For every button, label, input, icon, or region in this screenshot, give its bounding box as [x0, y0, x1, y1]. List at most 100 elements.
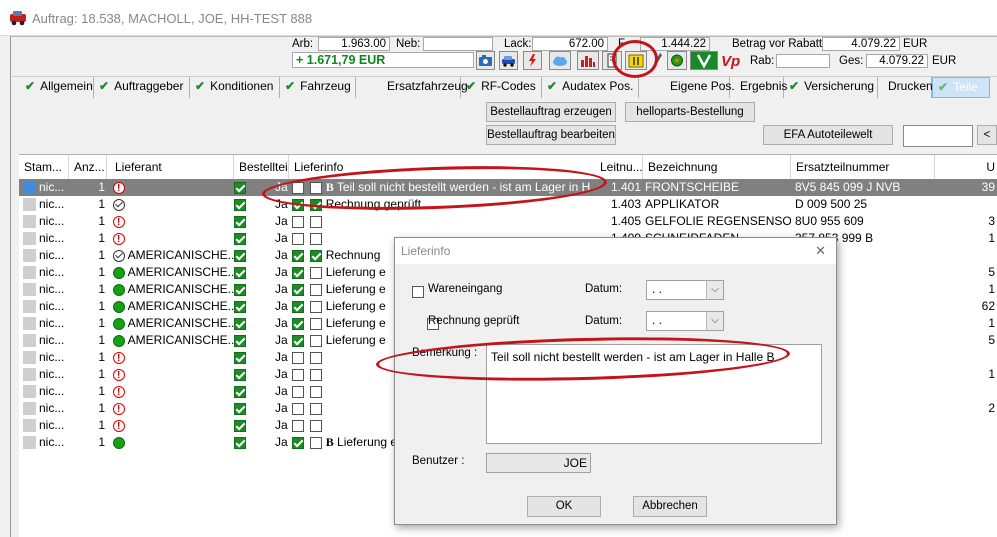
header-stam[interactable]: Stam... [19, 155, 69, 179]
cloud-icon[interactable] [549, 51, 571, 70]
lieferinfo-checkbox-2[interactable] [310, 436, 323, 449]
bestellteil-checkbox[interactable] [234, 181, 246, 194]
lieferinfo-checkbox-1[interactable] [292, 232, 304, 245]
datum2-field[interactable]: . . ⌵ [646, 311, 724, 331]
f-field[interactable]: 1.444.22 [640, 37, 710, 51]
lieferinfo-checkbox-1[interactable] [292, 368, 304, 381]
tab-drucken[interactable]: Drucken [878, 77, 933, 98]
tab-rf-codes[interactable]: ✔ RF-Codes [461, 77, 542, 98]
lieferinfo-checkbox-2[interactable] [310, 283, 323, 296]
bestellteil-checkbox[interactable] [234, 368, 246, 381]
header-anz[interactable]: Anz... [69, 155, 107, 179]
rab-field[interactable] [776, 54, 830, 68]
lieferinfo-checkbox-1[interactable] [292, 334, 304, 347]
green-v-icon[interactable] [690, 51, 718, 70]
bemerkung-textarea[interactable]: Teil soll nicht bestellt werden - ist am… [486, 344, 822, 444]
lieferinfo-checkbox-1[interactable] [292, 181, 304, 194]
tab-ergebnis[interactable]: Ergebnis [730, 77, 787, 98]
ges-field[interactable]: 4.079.22 [866, 54, 928, 68]
bestellteil-checkbox[interactable] [234, 351, 246, 364]
lieferinfo-checkbox-2[interactable] [310, 266, 323, 279]
bestellteil-checkbox[interactable] [234, 317, 246, 330]
header-u[interactable]: U [935, 155, 997, 179]
lieferinfo-checkbox-2[interactable] [310, 351, 323, 364]
tab-eigene-pos[interactable]: Eigene Pos. [639, 77, 735, 98]
tab-allgemein[interactable]: ✔ Allgemein [20, 77, 94, 98]
car-icon[interactable] [499, 51, 518, 70]
bestellteil-checkbox[interactable] [234, 266, 246, 279]
bestellteil-checkbox[interactable] [234, 436, 246, 449]
pencil-icon[interactable] [649, 51, 665, 70]
lieferinfo-checkbox-2[interactable] [310, 232, 323, 245]
tab-auftraggeber[interactable]: ✔ Auftraggeber [94, 77, 190, 98]
vp-logo-icon[interactable]: Vp [720, 51, 744, 70]
yellow-folder-icon[interactable] [625, 51, 647, 70]
ok-button[interactable]: OK [527, 496, 601, 517]
lieferinfo-checkbox-2[interactable] [310, 334, 323, 347]
bestellteil-checkbox[interactable] [234, 198, 246, 211]
lieferinfo-checkbox-2[interactable] [310, 249, 323, 262]
header-leitnummer[interactable]: Leitnu... [595, 155, 643, 179]
lack-field[interactable]: 672.00 [532, 37, 608, 51]
tab-ersatzfahrzeug[interactable]: Ersatzfahrzeug [356, 77, 468, 98]
bestellteil-checkbox[interactable] [234, 334, 246, 347]
lieferinfo-checkbox-2[interactable] [310, 419, 323, 432]
lightning-icon[interactable] [523, 51, 542, 70]
lieferinfo-checkbox-2[interactable] [310, 402, 323, 415]
table-row[interactable]: nic... 1 Ja 1.405 GELFOLIE REGENSENSOR 8U0 … [19, 213, 997, 230]
bestellauftrag-erzeugen-button[interactable]: Bestellauftrag erzeugen [486, 102, 616, 122]
lieferinfo-checkbox-1[interactable] [292, 351, 304, 364]
lieferinfo-checkbox-1[interactable] [292, 215, 304, 228]
lieferinfo-checkbox-2[interactable] [310, 198, 323, 211]
lieferinfo-checkbox-2[interactable] [310, 181, 323, 194]
bestellteil-checkbox[interactable] [234, 215, 246, 228]
datum1-chevron-down-icon[interactable]: ⌵ [706, 281, 723, 299]
bestellteil-checkbox[interactable] [234, 283, 246, 296]
lieferinfo-checkbox-1[interactable] [292, 402, 304, 415]
header-bezeichnung[interactable]: Bezeichnung [643, 155, 791, 179]
lieferinfo-checkbox-1[interactable] [292, 419, 304, 432]
efa-search-input[interactable] [903, 125, 973, 147]
bestellteil-checkbox[interactable] [234, 402, 246, 415]
tab-audatex-pos[interactable]: ✔ Audatex Pos. [542, 77, 639, 98]
prev-button[interactable]: < [977, 125, 997, 145]
bar-chart-icon[interactable] [577, 51, 599, 70]
header-ersatzteilnummer[interactable]: Ersatzteilnummer [791, 155, 935, 179]
arb-field[interactable]: 1.963.00 [318, 37, 390, 51]
wareneingang-checkbox[interactable] [412, 285, 424, 298]
datum1-field[interactable]: . . ⌵ [646, 280, 724, 300]
camera-icon[interactable] [476, 51, 495, 70]
neb-field[interactable] [423, 37, 493, 51]
header-lieferant[interactable]: Lieferant [107, 155, 234, 179]
bestellauftrag-bearbeiten-button[interactable]: Bestellauftrag bearbeiten [486, 125, 616, 145]
lieferinfo-checkbox-1[interactable] [292, 300, 304, 313]
bestellteil-checkbox[interactable] [234, 419, 246, 432]
lieferinfo-checkbox-1[interactable] [292, 283, 304, 296]
lieferinfo-checkbox-2[interactable] [310, 317, 323, 330]
bestellteil-checkbox[interactable] [234, 249, 246, 262]
betrag-field[interactable]: 4.079.22 [822, 37, 900, 51]
lieferinfo-checkbox-2[interactable] [310, 215, 323, 228]
efa-autoteilewelt-button[interactable]: EFA Autoteilewelt [763, 125, 893, 145]
table-row[interactable]: nic... 1 Ja Rechnung geprüft 1.403 APPLIKAT… [19, 196, 997, 213]
table-row[interactable]: nic... 1 Ja B Teil soll nicht bestellt we… [19, 179, 997, 196]
tab-konditionen[interactable]: ✔ Konditionen [190, 77, 280, 98]
lieferinfo-checkbox-2[interactable] [310, 385, 323, 398]
abbrechen-button[interactable]: Abbrechen [633, 496, 707, 517]
green-circle-icon[interactable] [667, 51, 687, 70]
lieferinfo-checkbox-2[interactable] [310, 368, 323, 381]
lieferinfo-checkbox-1[interactable] [292, 266, 304, 279]
bestellteil-checkbox[interactable] [234, 232, 246, 245]
lieferinfo-checkbox-1[interactable] [292, 198, 304, 211]
tab-fahrzeug[interactable]: ✔ Fahrzeug [280, 77, 356, 98]
lieferinfo-checkbox-1[interactable] [292, 385, 304, 398]
header-bestellteil[interactable]: Bestellteil [234, 155, 289, 179]
tab-versicherung[interactable]: ✔ Versicherung [784, 77, 878, 98]
lieferinfo-checkbox-1[interactable] [292, 436, 304, 449]
tab-teile[interactable]: ✔ Teile [932, 77, 990, 98]
document-icon[interactable] [602, 51, 622, 70]
lieferinfo-checkbox-1[interactable] [292, 317, 304, 330]
bestellteil-checkbox[interactable] [234, 300, 246, 313]
datum2-chevron-down-icon[interactable]: ⌵ [706, 312, 723, 330]
bestellteil-checkbox[interactable] [234, 385, 246, 398]
